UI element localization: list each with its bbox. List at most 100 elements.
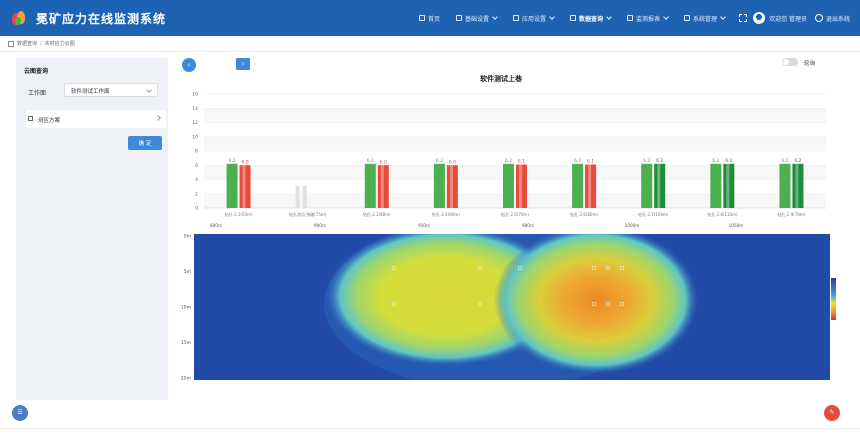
x-tick-label: 钻孔-2.4(90m) <box>432 211 460 217</box>
grid-band <box>204 136 826 151</box>
y-tick-label: 10 <box>192 134 198 140</box>
arrow-left-icon[interactable]: ‹ <box>182 58 196 72</box>
distance-label: 950m <box>418 223 430 228</box>
nav-item-app-settings[interactable]: 应用设置 <box>505 0 562 36</box>
checkbox-icon[interactable] <box>28 116 33 121</box>
user-greeting: 欢迎您 管理员 <box>769 15 807 23</box>
distance-label: 980m <box>522 223 534 228</box>
polling-label: 轮询 <box>804 61 816 67</box>
bar-series-1 <box>226 163 238 208</box>
heatmap-y-label: 5m <box>184 269 191 275</box>
distance-label: 900m <box>314 223 326 228</box>
report-icon <box>627 15 634 21</box>
search-icon <box>570 15 577 21</box>
right-corner-icon[interactable]: ✎ <box>824 405 840 421</box>
heatmap-y-label: 10m <box>181 305 191 311</box>
bar-data-label: 6.1 <box>587 159 594 165</box>
bar-highlight <box>449 165 453 208</box>
nav-item-report[interactable]: 监测报表 <box>619 0 676 36</box>
chevron-down-icon <box>606 13 612 20</box>
system-icon <box>684 15 691 21</box>
x-tick-label: 钻孔-2.1(50m) <box>225 211 253 217</box>
panel-title: 云图查询 <box>24 68 49 75</box>
grid-band <box>204 108 826 123</box>
flame-logo-icon <box>12 11 26 25</box>
y-tick-label: 2 <box>195 191 198 197</box>
nav-item-system[interactable]: 系统管理 <box>676 0 733 36</box>
y-tick-label: 8 <box>195 149 198 155</box>
nav-item-home[interactable]: 首页 <box>411 0 448 36</box>
polling-toggle[interactable] <box>782 58 798 66</box>
nav-item-label: 基础设置 <box>464 15 489 23</box>
nav-item-label: 系统管理 <box>693 15 718 23</box>
query-panel: 云图查询 工作面 软件测试工作面 测区方案 确 定 <box>16 58 168 400</box>
home-icon <box>418 15 425 21</box>
bar-highlight <box>242 165 246 208</box>
logout-link[interactable]: 退出系统 <box>826 0 860 36</box>
workspace-select[interactable]: 软件测试工作面 <box>64 83 158 97</box>
heatmap-y-label: 0m <box>184 234 191 240</box>
chart-area: 0 2 4 6 8 10 12 14 16 6.2 6.0 钻孔-2.1(50m) 钻孔测点 残破(75… <box>181 92 836 382</box>
distance-label: 800m <box>210 223 222 228</box>
bar-data-label: 6.0 <box>241 159 248 165</box>
heatmap-region-2 <box>494 234 698 374</box>
chevron-down-icon <box>492 13 498 20</box>
bar-data-label: 6.2 <box>574 158 581 164</box>
left-corner-icon[interactable]: ☰ <box>12 405 28 421</box>
x-tick-label: 钻孔-2.9(70m) <box>777 211 805 217</box>
arrow-right-icon[interactable]: › <box>236 58 250 70</box>
x-tick-label: 钻孔-2.5(70m) <box>501 211 529 217</box>
fullscreen-icon[interactable] <box>739 14 748 22</box>
sensor-group-label: 测区方案 <box>38 118 61 124</box>
breadcrumb-item[interactable]: 数据查询 <box>17 40 37 47</box>
y-tick-label: 6 <box>195 163 198 169</box>
bar-data-label: 6.2 <box>228 158 235 164</box>
chevron-down-icon <box>720 13 726 20</box>
sensor-group-item[interactable]: 测区方案 <box>26 110 166 128</box>
power-icon[interactable] <box>814 14 823 22</box>
bar-data-label: 6.2 <box>781 158 788 164</box>
heatmap-y-label: 15m <box>181 340 191 346</box>
bar-series-1 <box>364 163 376 208</box>
bar-series-1 <box>710 163 722 208</box>
app-title: 冕矿应力在线监测系统 <box>36 11 167 26</box>
bar-series-1 <box>503 163 514 208</box>
bar-series-1 <box>572 163 584 208</box>
nav-item-label: 首页 <box>427 15 440 23</box>
bar-series-1 <box>641 163 653 208</box>
x-tick-label: 钻孔测点 残破(75m) <box>289 211 327 217</box>
breadcrumb-item: 实时应力云图 <box>44 41 75 47</box>
bar-data-label: 6.2 <box>712 158 719 164</box>
confirm-button[interactable]: 确 定 <box>128 136 162 150</box>
bar-data-label: 6.2 <box>794 158 801 164</box>
bar-highlight <box>519 164 522 208</box>
heatmap-y-label: 20m <box>181 376 191 382</box>
nav-item-label: 数据查询 <box>579 15 604 23</box>
document-icon <box>513 15 519 21</box>
bar-series-1 <box>779 163 791 208</box>
distance-label: 1000m <box>625 223 640 228</box>
bar-highlight <box>588 164 592 208</box>
home-icon <box>8 40 14 47</box>
chevron-down-icon <box>663 13 669 20</box>
top-nav: 首页 基础设置 应用设置 数据查询 监测报表 系统管理 欢迎您 管理员 退出系统 <box>411 0 860 36</box>
workspace-value: 软件测试工作面 <box>71 89 110 95</box>
bar-data-label: 6.1 <box>518 159 525 165</box>
nav-item-label: 应用设置 <box>522 15 547 23</box>
bar-series-1 <box>433 163 445 208</box>
bar-highlight <box>657 163 661 208</box>
y-tick-label: 4 <box>195 177 198 183</box>
x-tick-label: 钻孔-2.8(110m) <box>707 211 738 217</box>
nav-item-basic-settings[interactable]: 基础设置 <box>448 0 505 36</box>
bar-data-label: 6.0 <box>449 159 456 165</box>
settings-icon <box>455 15 462 21</box>
avatar[interactable] <box>753 12 766 24</box>
bar-data-label: 6.0 <box>380 159 387 165</box>
y-tick-label: 0 <box>195 206 198 212</box>
bar-data-label: 6.2 <box>367 158 374 164</box>
nav-item-data-query[interactable]: 数据查询 <box>562 0 619 36</box>
bar-data-label: 6.2 <box>505 158 512 164</box>
bar-highlight <box>726 163 730 208</box>
breadcrumb-separator: / <box>40 40 42 47</box>
app-header: 冕矿应力在线监测系统 首页 基础设置 应用设置 数据查询 监测报表 系统管理 欢… <box>0 0 860 36</box>
